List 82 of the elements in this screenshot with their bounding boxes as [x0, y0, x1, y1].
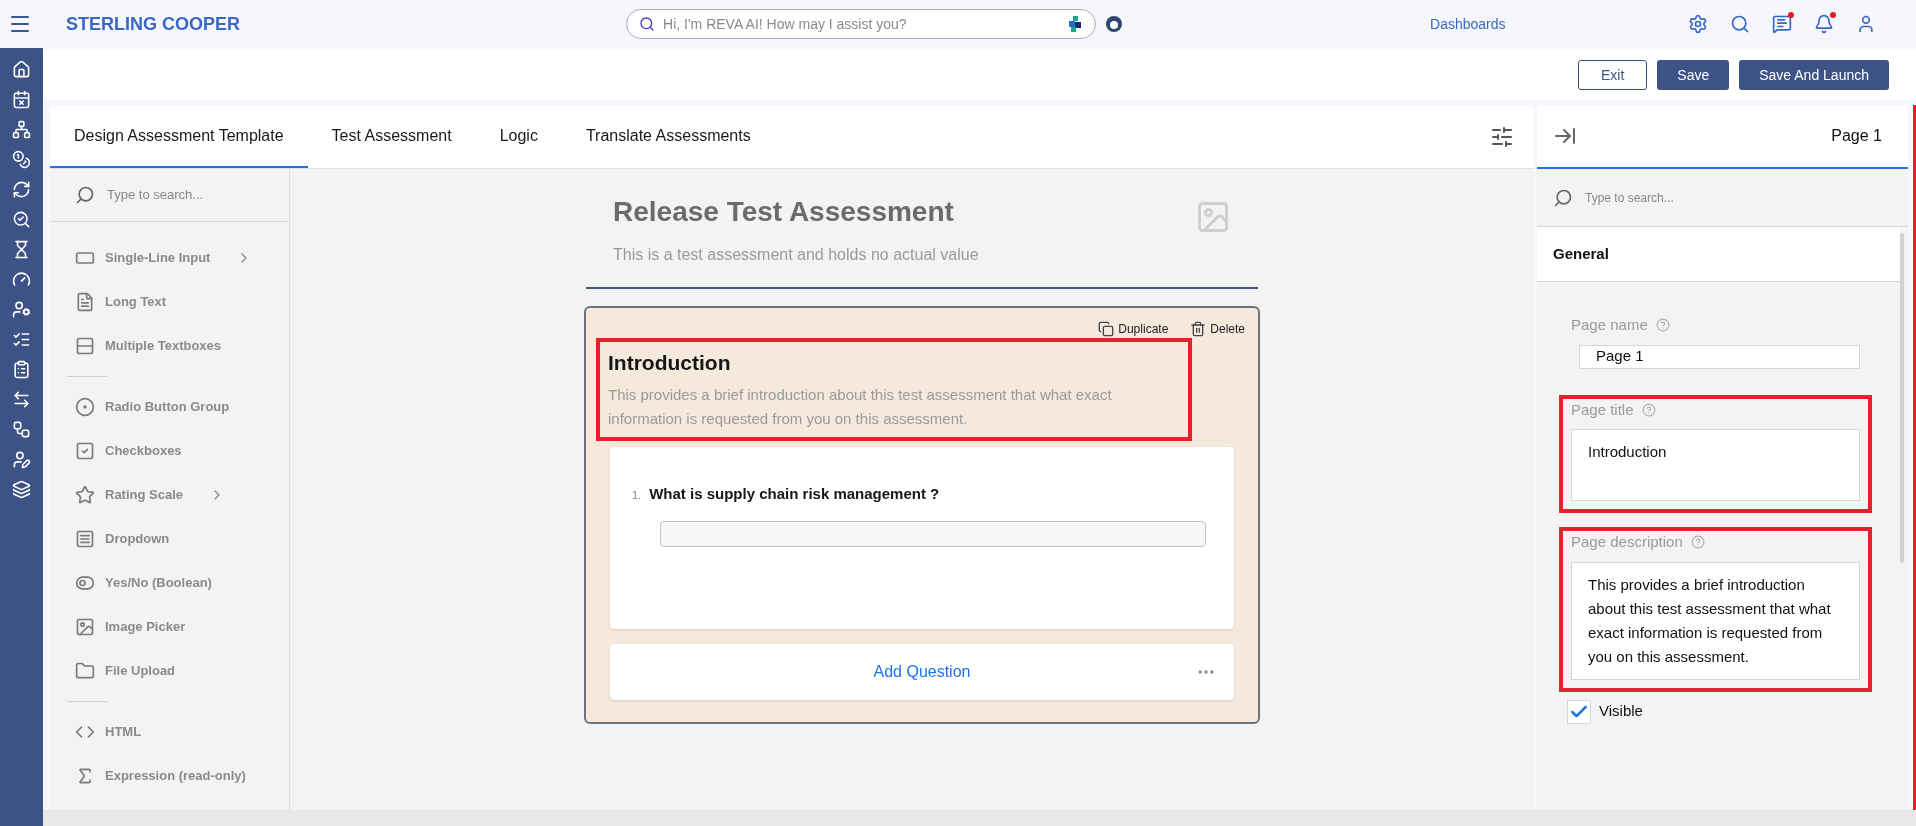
search-icon [639, 16, 655, 32]
tab[interactable]: Test Assessment [307, 105, 476, 168]
nav-icon[interactable] [12, 360, 31, 379]
nav-icon[interactable] [12, 450, 31, 469]
toolbox-item[interactable]: Expression (read-only) [50, 754, 289, 798]
page-description: This provides a brief introduction about this test assessment that what exact information is requested from you on this assessment. [608, 384, 1113, 429]
toolbox-item[interactable]: Image Picker [50, 605, 289, 649]
settings-icon[interactable] [1688, 14, 1708, 34]
toolbox-item[interactable]: Radio Button Group [50, 385, 289, 429]
page-action-button[interactable]: Delete [1190, 320, 1245, 338]
assessment-title: Release Test Assessment [613, 195, 955, 229]
toolbox-item[interactable]: Single-Line Input [50, 236, 289, 280]
action-button[interactable]: Save [1657, 60, 1730, 90]
nav-icon[interactable] [12, 300, 31, 319]
action-icon [1098, 321, 1115, 337]
checkbox[interactable] [1567, 699, 1591, 724]
user-icon[interactable] [1856, 14, 1876, 34]
assistant-logo-icon [1067, 16, 1083, 32]
assistant-search-field[interactable]: Hi, I'm REVA AI! How may I assist you? [626, 9, 1096, 39]
scrollbar[interactable] [1900, 233, 1904, 563]
nav-icon[interactable] [12, 480, 31, 499]
search-icon [75, 185, 95, 205]
section-header[interactable]: General [1553, 242, 1609, 266]
item-icon [75, 292, 95, 312]
search-icon [1553, 187, 1573, 208]
question-text: What is supply chain risk management ? [649, 483, 940, 504]
item-icon [75, 441, 95, 461]
checkbox-label: Visible [1599, 701, 1643, 722]
nav-icon[interactable] [12, 210, 31, 229]
panel-title: Page 1 [1831, 126, 1882, 146]
action-button[interactable]: Exit [1577, 60, 1648, 90]
tab[interactable]: Design Assessment Template [50, 105, 308, 168]
nav-icon[interactable] [12, 120, 31, 139]
toolbox-item[interactable]: Long Text [50, 280, 289, 324]
search-field[interactable]: Type to search... [107, 185, 204, 205]
nav-icon[interactable] [12, 270, 31, 289]
brand-name: STERLING COOPER [66, 12, 240, 36]
page-action-button[interactable]: Duplicate [1098, 320, 1169, 338]
action-icon [1190, 321, 1207, 337]
nav-icon[interactable] [12, 150, 31, 169]
assessment-description: This is a test assessment and holds no actual value [613, 245, 980, 265]
item-icon [75, 336, 95, 356]
nav-icon[interactable] [12, 90, 31, 109]
field-label: Page title [1571, 399, 1634, 420]
assistant-avatar-icon[interactable] [1104, 14, 1124, 34]
text-area[interactable]: Introduction [1571, 429, 1860, 501]
action-button[interactable]: Save And Launch [1739, 60, 1889, 90]
toolbox-item[interactable]: Rating Scale [50, 473, 289, 517]
item-icon [75, 617, 95, 637]
answer-field[interactable] [660, 521, 1206, 547]
toolbox-item[interactable]: Yes/No (Boolean) [50, 561, 289, 605]
field-label: Page description [1571, 532, 1683, 552]
add-question-button[interactable]: Add Question [873, 659, 971, 684]
item-icon [75, 397, 95, 417]
field-label: Page name [1571, 315, 1648, 335]
nav-icon[interactable] [12, 390, 31, 409]
settings-sliders-icon[interactable] [1490, 124, 1514, 149]
toolbox-item[interactable]: Multiple Textboxes [50, 324, 289, 368]
item-icon [75, 573, 95, 593]
toolbox-item[interactable]: File Upload [50, 649, 289, 693]
toolbox-item[interactable]: HTML [50, 710, 289, 754]
nav-icon[interactable] [12, 60, 31, 79]
nav-icon[interactable] [12, 330, 31, 349]
toolbox-item[interactable]: Dropdown [50, 517, 289, 561]
message-icon[interactable] [1772, 14, 1792, 34]
tab[interactable]: Translate Assessments [561, 105, 775, 168]
question-number: 1. [632, 487, 642, 503]
search-field[interactable]: Type to search... [1585, 188, 1674, 207]
item-icon [75, 485, 95, 505]
dashboards-link[interactable]: Dashboards [1430, 13, 1506, 35]
nav-icon[interactable] [12, 240, 31, 259]
tab[interactable]: Logic [475, 105, 562, 168]
bell-icon[interactable] [1814, 14, 1834, 34]
page-title: Introduction [608, 350, 732, 376]
item-icon [75, 661, 95, 681]
search-icon[interactable] [1730, 14, 1750, 34]
nav-icon[interactable] [12, 180, 31, 199]
toolbox-item[interactable]: Checkboxes [50, 429, 289, 473]
nav-icon[interactable] [12, 420, 31, 439]
input-field[interactable]: Page 1 [1579, 344, 1860, 369]
item-icon [75, 529, 95, 549]
text-area[interactable]: This provides a brief introduction about this test assessment that what exact information is requested from you on this assessment. [1571, 561, 1860, 680]
